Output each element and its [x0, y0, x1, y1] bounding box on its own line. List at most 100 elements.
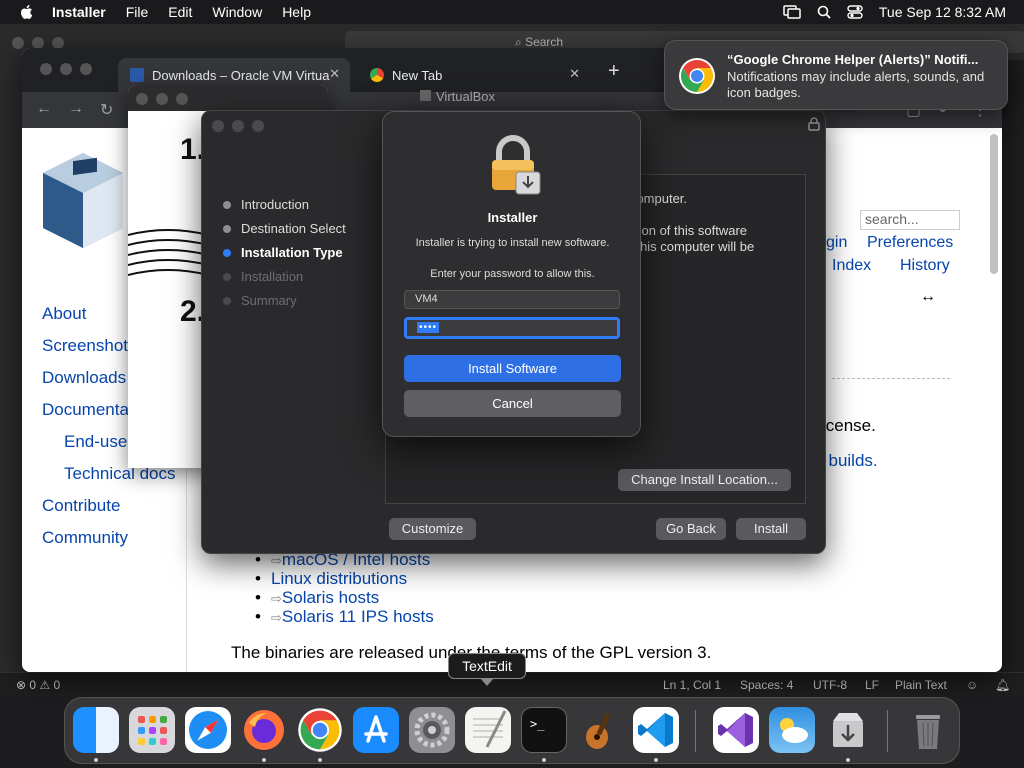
scribble-graphic [128, 229, 208, 276]
cancel-button[interactable]: Cancel [404, 390, 621, 417]
finder-icon[interactable] [73, 707, 119, 753]
bullet-linux[interactable]: Linux distributions [255, 569, 407, 589]
running-indicator [846, 758, 850, 762]
encoding-status[interactable]: UTF-8 [813, 678, 847, 692]
close-tab-icon[interactable]: ✕ [569, 66, 580, 82]
nav-community[interactable]: Community [42, 528, 128, 548]
install-software-button[interactable]: Install Software [404, 355, 621, 382]
external-link-icon: ⇨ [271, 610, 282, 625]
external-link-icon: ⇨ [271, 553, 282, 568]
eol-status[interactable]: LF [865, 678, 879, 692]
installer-icon[interactable] [825, 707, 871, 753]
change-install-location-button[interactable]: Change Install Location... [618, 469, 791, 491]
launchpad-icon[interactable] [129, 707, 175, 753]
dialog-title: Installer [487, 210, 538, 225]
page-search-input[interactable]: search... [860, 210, 960, 230]
dialog-prompt: Enter your password to allow this. [430, 268, 595, 280]
virtualbox-logo-icon [43, 153, 123, 248]
login-link[interactable]: gin [826, 234, 847, 252]
firefox-icon[interactable] [241, 707, 287, 753]
nav-contribute[interactable]: Contribute [42, 496, 120, 516]
running-indicator [318, 758, 322, 762]
menu-app-name[interactable]: Installer [52, 4, 106, 20]
index-link[interactable]: Index [832, 257, 871, 275]
trash-icon[interactable] [905, 707, 951, 753]
system-settings-icon[interactable] [409, 707, 455, 753]
indentation-status[interactable]: Spaces: 4 [740, 678, 793, 692]
bullet-solaris[interactable]: ⇨Solaris hosts [255, 588, 379, 608]
dock-separator [695, 710, 696, 752]
installer-window-controls[interactable] [212, 119, 272, 137]
chrome-favicon-icon [370, 68, 384, 82]
feedback-icon[interactable]: ☺ [966, 678, 978, 692]
virtualbox-favicon-icon [130, 68, 144, 82]
preferences-link[interactable]: Preferences [867, 234, 953, 252]
step-installation: Installation [222, 269, 304, 284]
screen-mirroring-icon[interactable] [783, 5, 801, 19]
nav-screenshots[interactable]: Screenshots [42, 336, 137, 356]
step-introduction: Introduction [223, 197, 309, 212]
tab-new-tab[interactable]: New Tab ✕ [358, 58, 590, 92]
license-text: icense. [822, 416, 876, 435]
problems-status[interactable]: ⊗ 0 ⚠ 0 [16, 678, 60, 692]
nav-about[interactable]: About [42, 304, 86, 324]
password-dialog: Installer Installer is trying to install… [382, 111, 641, 437]
install-button[interactable]: Install [736, 518, 806, 540]
bullet-solaris-ips[interactable]: ⇨Solaris 11 IPS hosts [255, 607, 434, 627]
step-installation-type: Installation Type [223, 245, 343, 260]
notifications-bell-icon[interactable]: 🔔︎ [995, 678, 1010, 692]
menu-edit[interactable]: Edit [168, 4, 192, 20]
visual-studio-code-icon[interactable] [633, 707, 679, 753]
textedit-icon[interactable] [465, 707, 511, 753]
terminal-icon[interactable]: >_ [521, 707, 567, 753]
virtualbox-title-icon [420, 90, 431, 101]
dock-tooltip: TextEdit [448, 653, 526, 679]
new-tab-plus-icon[interactable]: + [608, 60, 620, 83]
close-tab-icon[interactable]: ✕ [329, 66, 340, 82]
menu-window[interactable]: Window [212, 4, 262, 20]
menu-help[interactable]: Help [282, 4, 311, 20]
notification-title: “Google Chrome Helper (Alerts)” Notifi..… [727, 52, 979, 67]
google-chrome-icon[interactable] [297, 707, 343, 753]
virtualbox-window-controls[interactable] [136, 92, 196, 110]
history-link[interactable]: History [900, 257, 950, 275]
customize-button[interactable]: Customize [389, 518, 476, 540]
control-center-icon[interactable] [847, 5, 863, 19]
reload-icon[interactable]: ↻ [100, 100, 113, 120]
go-back-button[interactable]: Go Back [656, 518, 726, 540]
garageband-icon[interactable] [577, 707, 623, 753]
forward-arrow-icon[interactable]: → [68, 100, 84, 118]
visual-studio-icon[interactable] [713, 707, 759, 753]
language-status[interactable]: Plain Text [895, 678, 947, 692]
menu-clock[interactable]: Tue Sep 12 8:32 AM [879, 4, 1006, 20]
step-summary: Summary [223, 293, 297, 308]
spotlight-search-icon[interactable] [817, 5, 831, 19]
dock-separator [887, 710, 888, 752]
chrome-window-controls[interactable] [40, 62, 100, 80]
dock-tooltip-arrow [480, 678, 494, 686]
lock-icon[interactable] [808, 117, 820, 131]
virtualbox-titlebar [128, 85, 328, 111]
safari-icon[interactable] [185, 707, 231, 753]
password-mask: •••• [417, 322, 440, 333]
virtualbox-window-title: VirtualBox [420, 89, 495, 104]
notification-body: Notifications may include alerts, sounds… [727, 69, 985, 100]
divider [832, 378, 950, 379]
menu-bar: Installer File Edit Window Help Tue Sep … [0, 0, 1024, 24]
weather-icon[interactable] [769, 707, 815, 753]
dialog-subtitle: Installer is trying to install new softw… [415, 237, 610, 249]
svg-text:>_: >_ [530, 717, 545, 731]
username-field[interactable]: VM4 [404, 290, 620, 309]
builds-link[interactable]: l builds. [820, 451, 878, 471]
dock: >_ [64, 697, 960, 764]
apple-logo-icon[interactable] [18, 3, 36, 21]
running-indicator [94, 758, 98, 762]
back-arrow-icon[interactable]: ← [36, 100, 52, 118]
cursor-position-status[interactable]: Ln 1, Col 1 [663, 678, 721, 692]
chrome-notification-banner[interactable]: “Google Chrome Helper (Alerts)” Notifi..… [664, 40, 1008, 110]
page-scrollbar[interactable] [990, 134, 998, 274]
nav-downloads[interactable]: Downloads [42, 368, 126, 388]
password-field[interactable]: •••• [404, 317, 620, 339]
app-store-icon[interactable] [353, 707, 399, 753]
menu-file[interactable]: File [126, 4, 149, 20]
